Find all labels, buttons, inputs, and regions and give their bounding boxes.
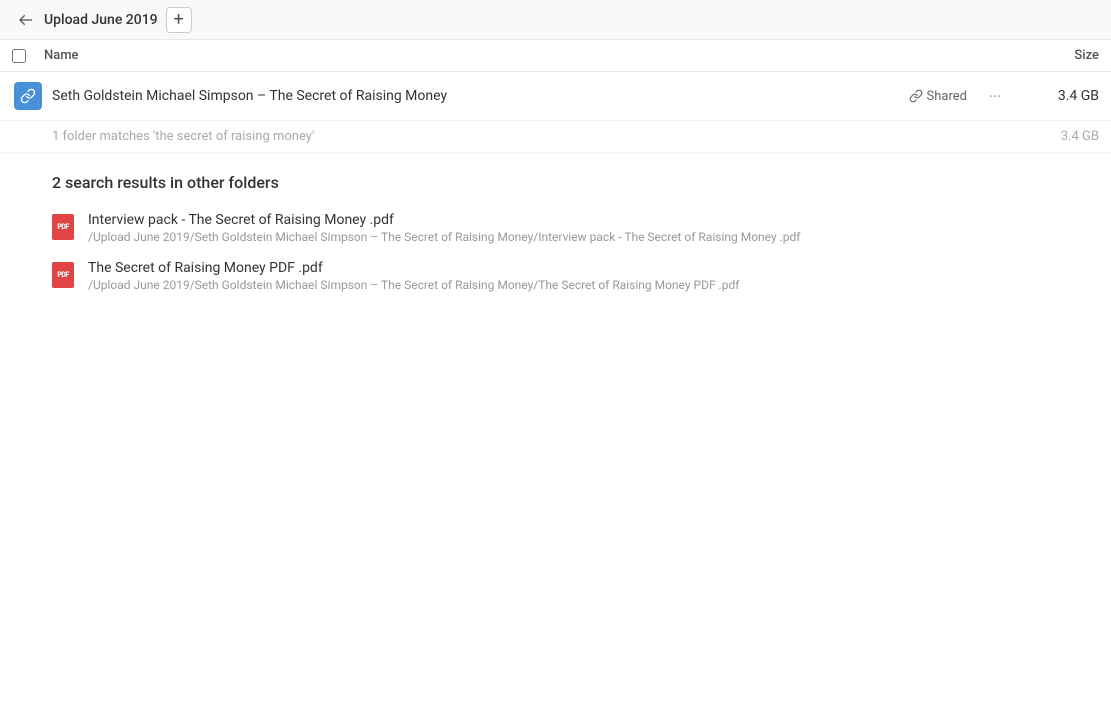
column-headers: Name Size (0, 40, 1111, 72)
more-options-button[interactable]: ··· (979, 82, 1011, 110)
pdf-icon-wrap: PDF (52, 214, 80, 240)
add-button[interactable]: + (166, 7, 192, 33)
name-column-header: Name (44, 48, 1019, 63)
folder-size: 3.4 GB (1019, 88, 1099, 104)
breadcrumb-title: Upload June 2019 (44, 12, 158, 28)
result-filename: Interview pack - The Secret of Raising M… (88, 212, 1099, 228)
result-filename: The Secret of Raising Money PDF .pdf (88, 260, 1099, 276)
folder-row[interactable]: Seth Goldstein Michael Simpson – The Sec… (0, 72, 1111, 121)
match-info-row: 1 folder matches 'the secret of raising … (0, 121, 1111, 153)
size-column-header: Size (1019, 48, 1099, 63)
search-result-row[interactable]: PDF The Secret of Raising Money PDF .pdf… (0, 252, 1111, 300)
folder-name: Seth Goldstein Michael Simpson – The Sec… (44, 88, 909, 104)
result-text: Interview pack - The Secret of Raising M… (88, 212, 1099, 244)
search-result-row[interactable]: PDF Interview pack - The Secret of Raisi… (0, 204, 1111, 252)
result-path: /Upload June 2019/Seth Goldstein Michael… (88, 278, 1099, 292)
shared-label: Shared (927, 89, 967, 104)
pdf-icon-wrap: PDF (52, 262, 80, 288)
folder-icon-wrap (12, 82, 44, 110)
folder-link-icon (14, 82, 42, 110)
select-all-checkbox-wrap[interactable] (12, 49, 44, 63)
pdf-icon: PDF (52, 214, 74, 240)
select-all-checkbox[interactable] (12, 49, 26, 63)
pdf-icon: PDF (52, 262, 74, 288)
back-button[interactable] (12, 6, 40, 34)
match-count-text: 1 folder matches 'the secret of raising … (52, 129, 314, 144)
other-folders-header: 2 search results in other folders (0, 153, 1111, 204)
match-size: 3.4 GB (1061, 129, 1099, 144)
result-path: /Upload June 2019/Seth Goldstein Michael… (88, 230, 1099, 244)
result-text: The Secret of Raising Money PDF .pdf /Up… (88, 260, 1099, 292)
shared-indicator: Shared (909, 89, 967, 104)
header-bar: Upload June 2019 + (0, 0, 1111, 40)
